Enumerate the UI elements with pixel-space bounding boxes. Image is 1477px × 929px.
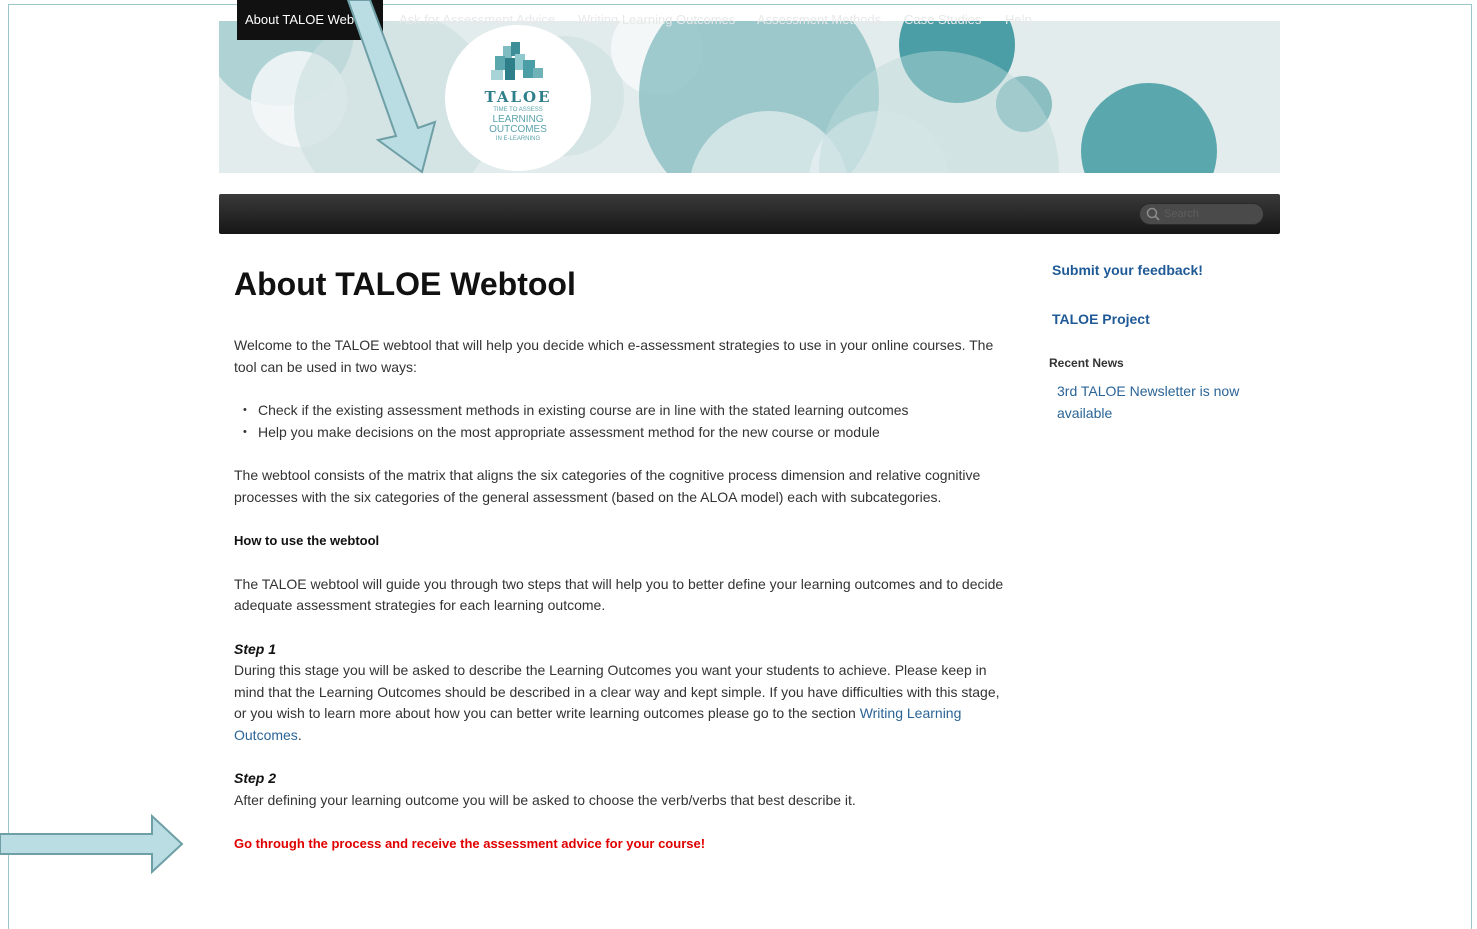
nav-item-writing-outcomes[interactable]: Writing Learning Outcomes <box>578 0 735 40</box>
nav-item-assessment-methods[interactable]: Assessment Methods <box>757 0 881 40</box>
news-item-link[interactable]: 3rd TALOE Newsletter is now available <box>1057 381 1257 424</box>
nav-item-help[interactable]: Help <box>1005 0 1032 40</box>
list-item: Help you make decisions on the most appr… <box>234 422 1014 444</box>
matrix-paragraph: The webtool consists of the matrix that … <box>234 467 981 505</box>
sidebar: Submit your feedback! TALOE Project Rece… <box>1049 262 1279 424</box>
call-to-action[interactable]: Go through the process and receive the a… <box>234 833 1014 855</box>
down-arrow-annotation <box>346 0 437 174</box>
how-to-paragraph: The TALOE webtool will guide you through… <box>234 575 1004 614</box>
logo-tagline: TIME TO ASSESS LEARNING OUTCOMES IN E-LE… <box>475 106 561 144</box>
main-content: About TALOE Webtool Welcome to the TALOE… <box>234 262 1014 877</box>
step-1-end: . <box>297 726 302 743</box>
recent-news-heading: Recent News <box>1049 356 1124 370</box>
taloe-logo-icon <box>491 42 543 80</box>
step-2-section: Step 2 After defining your learning outco… <box>234 768 1014 811</box>
feedback-link[interactable]: Submit your feedback! <box>1052 262 1279 278</box>
step-2-title: Step 2 <box>234 770 277 786</box>
logo-tagline-3: OUTCOMES <box>489 124 547 135</box>
intro-paragraph: Welcome to the TALOE webtool that will h… <box>234 337 994 375</box>
how-to-heading: How to use the webtool <box>234 533 380 548</box>
main-navigation <box>219 194 1280 234</box>
nav-item-case-studies[interactable]: Case Studies <box>904 0 981 40</box>
search-icon[interactable] <box>1146 207 1160 221</box>
logo-wordmark: TALOE <box>484 88 552 106</box>
taloe-project-link[interactable]: TALOE Project <box>1052 311 1279 327</box>
usage-list: Check if the existing assessment methods… <box>234 400 1014 443</box>
logo-tagline-4: IN E-LEARNING <box>495 136 541 142</box>
search-input[interactable] <box>1164 206 1259 222</box>
step-1-section: Step 1 During this stage you will be aske… <box>234 639 1014 747</box>
list-item: Check if the existing assessment methods… <box>234 400 1014 422</box>
step-2-text: After defining your learning outcome you… <box>234 791 856 808</box>
page-title: About TALOE Webtool <box>234 266 576 302</box>
search-box <box>1139 203 1264 225</box>
step-1-title: Step 1 <box>234 640 277 657</box>
right-arrow-annotation <box>0 813 184 875</box>
